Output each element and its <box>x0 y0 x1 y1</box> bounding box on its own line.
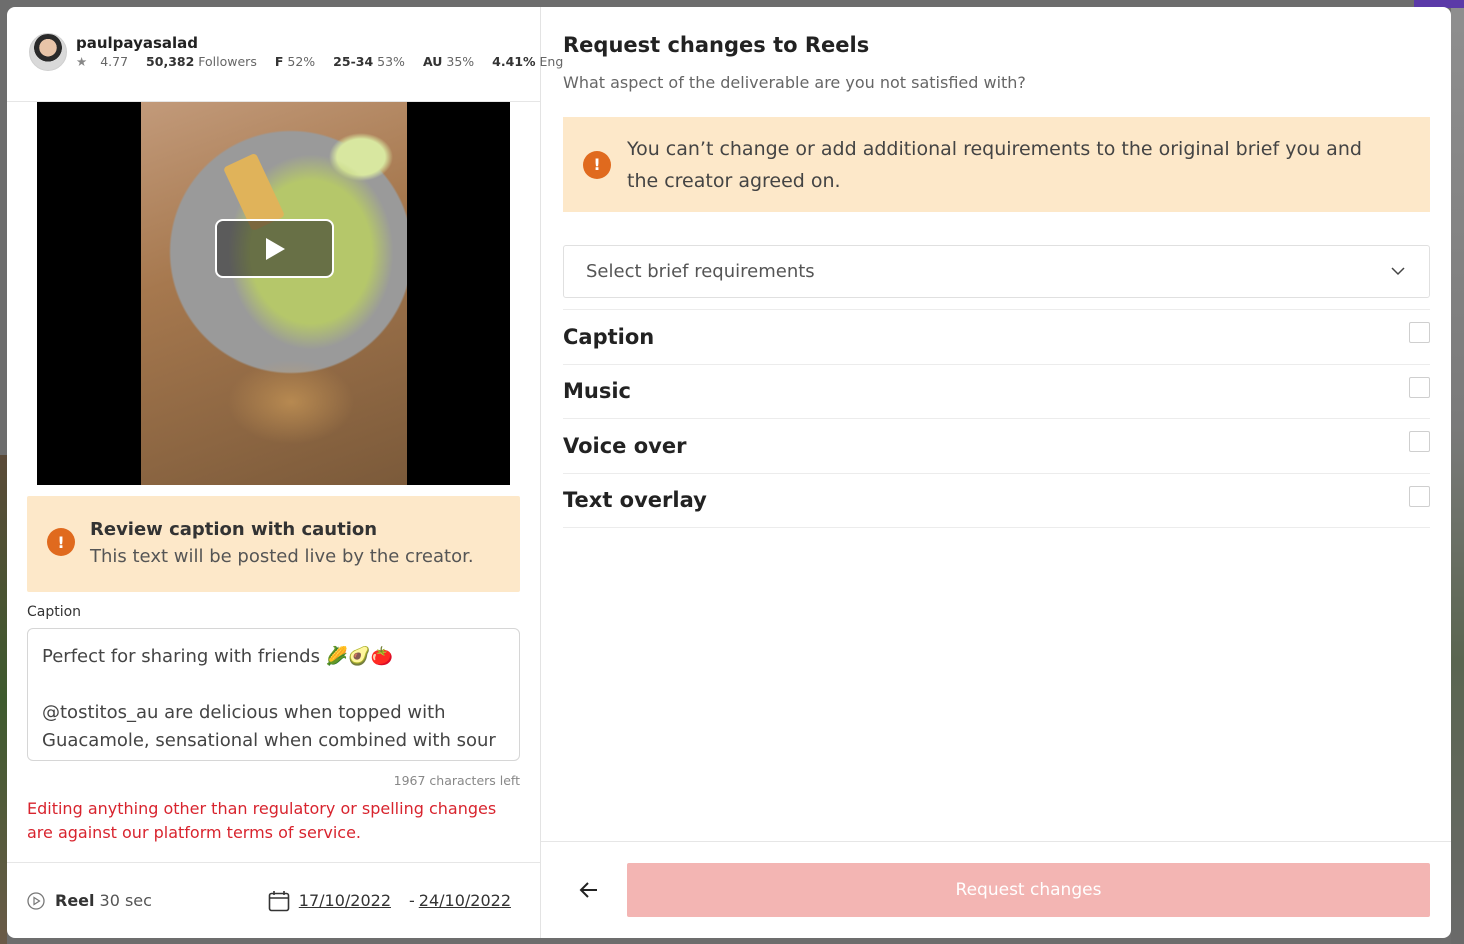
star-icon: ★ <box>76 54 88 69</box>
play-button[interactable] <box>215 219 334 278</box>
text-overlay-checkbox[interactable] <box>1409 485 1430 507</box>
brief-alert: ! You can’t change or add additional req… <box>563 117 1430 212</box>
calendar-icon <box>268 890 290 911</box>
page-subtitle: What aspect of the deliverable are you n… <box>563 73 1026 92</box>
requirement-label: Music <box>563 379 631 404</box>
terms-warning: Editing anything other than regulatory o… <box>27 799 497 842</box>
creator-stats: ★ 4.77 50,382 Followers F 52% 25-34 53% AU 3… <box>76 54 581 69</box>
creator-rating: 4.77 <box>100 54 129 69</box>
age-pct: 53% <box>377 54 405 69</box>
video-player[interactable] <box>37 102 510 485</box>
creator-info: paulpayasalad ★ 4.77 50,382 Followers F 52… <box>76 33 581 69</box>
creator-username[interactable]: paulpayasalad <box>76 33 581 53</box>
creator-header: paulpayasalad ★ 4.77 50,382 Followers F 52… <box>7 7 563 102</box>
video-thumbnail <box>141 102 407 485</box>
deliverable-type: Reel <box>55 891 95 910</box>
request-changes-button[interactable]: Request changes <box>627 863 1430 917</box>
brief-alert-text: You can’t change or add additional requi… <box>627 137 1362 192</box>
characters-left-counter: 1967 characters left <box>393 773 520 788</box>
country: AU <box>422 54 443 69</box>
caution-body: This text will be posted live by the cre… <box>90 546 474 567</box>
avatar[interactable] <box>29 33 67 71</box>
requirement-row-music[interactable]: Music <box>563 365 1430 419</box>
back-arrow-icon[interactable] <box>577 878 601 902</box>
caution-title: Review caption with caution <box>90 519 378 540</box>
request-changes-pane: Request changes to Reels What aspect of … <box>541 7 1451 938</box>
engagement-rate: 4.41% <box>492 54 536 69</box>
requirement-row-caption[interactable]: Caption <box>563 310 1430 365</box>
play-circle-icon <box>27 891 45 910</box>
age-range: 25-34 <box>333 54 374 69</box>
deliverable-duration: 30 sec <box>99 891 152 910</box>
country-pct: 35% <box>446 54 475 69</box>
background-page <box>1451 0 1464 944</box>
background-page-left <box>0 455 7 944</box>
date-range: 17/10/2022 - 24/10/2022 <box>267 889 511 913</box>
female-pct: 52% <box>287 54 316 69</box>
end-date[interactable]: 24/10/2022 <box>419 891 511 910</box>
requirement-row-voice-over[interactable]: Voice over <box>563 419 1430 474</box>
caption-textarea[interactable]: Perfect for sharing with friends 🌽🥑🍅 @to… <box>27 628 520 761</box>
caption-label: Caption <box>27 604 82 620</box>
deliverable-footer: Reel 30 sec 17/10/2022 - 24/10/2022 <box>7 862 540 938</box>
requirement-label: Caption <box>563 324 655 349</box>
date-separator: - <box>409 891 415 910</box>
voice-over-checkbox[interactable] <box>1409 431 1430 453</box>
warning-icon: ! <box>47 528 75 556</box>
caption-caution-alert: ! Review caption with caution This text … <box>27 496 520 592</box>
deliverable-preview-pane: paulpayasalad ★ 4.77 50,382 Followers F 52… <box>7 7 563 938</box>
caution-text: Review caption with caution This text wi… <box>90 517 474 571</box>
select-placeholder: Select brief requirements <box>586 261 815 282</box>
warning-icon: ! <box>583 150 611 179</box>
request-changes-modal: paulpayasalad ★ 4.77 50,382 Followers F 52… <box>7 7 1451 938</box>
requirements-list: Caption Music Voice over Text overlay <box>563 309 1430 528</box>
music-checkbox[interactable] <box>1409 376 1430 398</box>
requirement-label: Voice over <box>563 433 687 458</box>
requirement-row-text-overlay[interactable]: Text overlay <box>563 474 1430 528</box>
brief-requirements-select[interactable]: Select brief requirements <box>563 245 1430 298</box>
page-title: Request changes to Reels <box>563 33 870 57</box>
play-icon <box>265 237 285 260</box>
chevron-down-icon <box>1391 267 1405 276</box>
start-date[interactable]: 17/10/2022 <box>299 891 391 910</box>
requirement-label: Text overlay <box>563 488 707 513</box>
followers-count: 50,382 <box>146 54 195 69</box>
action-footer: Request changes <box>541 841 1451 938</box>
caption-checkbox[interactable] <box>1409 322 1430 344</box>
female-label: F <box>274 54 284 69</box>
followers-label: Followers <box>198 54 257 69</box>
